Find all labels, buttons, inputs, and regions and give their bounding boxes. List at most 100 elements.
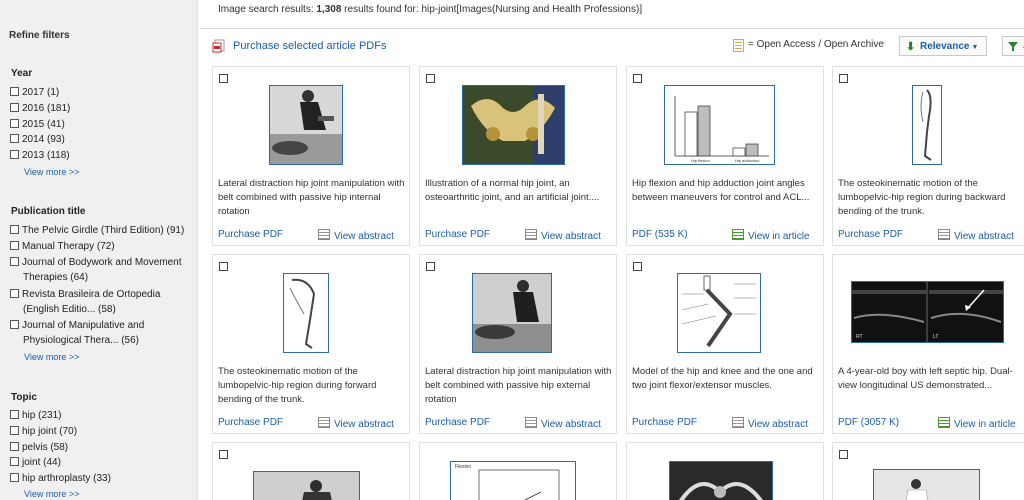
select-checkbox[interactable] [219, 262, 228, 271]
purchase-pdf-link[interactable]: Purchase PDF [218, 417, 283, 428]
year-heading: Year [11, 68, 33, 79]
select-checkbox[interactable] [633, 74, 642, 83]
thumbnail-image[interactable]: RT LT [851, 281, 1004, 343]
view-in-article-link[interactable]: View in article [938, 417, 1016, 430]
filter-button[interactable]: A [1002, 36, 1024, 56]
thumbnail-image[interactable] [283, 273, 329, 353]
checkbox[interactable] [10, 119, 19, 128]
purchase-pdf-link[interactable]: Purchase PDF [218, 229, 283, 240]
publication-filter-manipulative-cont[interactable]: Physiological Thera... (56) [23, 335, 139, 347]
publication-filter-label: Journal of Manipulative and [22, 320, 145, 331]
select-checkbox[interactable] [839, 74, 848, 83]
publication-filter-bodywork[interactable]: Journal of Bodywork and Movement [10, 257, 182, 269]
checkbox[interactable] [10, 426, 19, 435]
topic-view-more-link[interactable]: View more >> [24, 489, 79, 499]
select-checkbox[interactable] [426, 74, 435, 83]
topic-filter-hip-arthroplasty[interactable]: hip arthroplasty (33) [10, 473, 111, 485]
year-filter-2016[interactable]: 2016 (181) [10, 103, 70, 115]
select-checkbox[interactable] [633, 262, 642, 271]
ultrasound-label-rt: RT [856, 334, 863, 340]
checkbox[interactable] [10, 241, 19, 250]
card-caption[interactable]: Lateral distraction hip joint manipulati… [425, 365, 616, 407]
purchase-pdf-link[interactable]: Purchase PDF [632, 417, 697, 428]
view-abstract-link[interactable]: View abstract [525, 229, 601, 242]
year-filter-2015[interactable]: 2015 (41) [10, 119, 65, 131]
ultrasound-label-lt: LT [933, 334, 938, 340]
publication-filter-manipulative[interactable]: Journal of Manipulative and [10, 320, 144, 332]
year-filter-label: 2013 (118) [22, 150, 70, 161]
view-in-article-link[interactable]: View in article [732, 229, 810, 242]
publication-filter-pelvic-girdle[interactable]: The Pelvic Girdle (Third Edition) (91) [10, 225, 184, 237]
thumbnail-image[interactable] [677, 273, 761, 353]
checkbox[interactable] [10, 473, 19, 482]
result-card: The osteokinematic motion of the lumbope… [832, 66, 1024, 246]
thumbnail-image[interactable] [462, 85, 565, 165]
thumbnail-image[interactable] [873, 469, 980, 500]
view-abstract-link[interactable]: View abstract [525, 417, 601, 430]
thumbnail-image[interactable]: Flexion [450, 461, 576, 500]
topic-filter-label: hip (231) [22, 410, 62, 421]
topic-filter-hip[interactable]: hip (231) [10, 410, 61, 422]
thumbnail-image[interactable] [269, 85, 343, 165]
card-caption[interactable]: The osteokinematic motion of the lumbope… [218, 365, 409, 407]
purchase-pdf-link[interactable]: Purchase PDF [425, 417, 490, 428]
checkbox[interactable] [10, 103, 19, 112]
results-prefix: Image search results: [218, 4, 317, 15]
thumbnail-image[interactable]: Hip flexion Hip adduction [664, 85, 775, 165]
pdf-download-link[interactable]: PDF (3057 K) [838, 417, 899, 428]
select-checkbox[interactable] [219, 74, 228, 83]
checkbox[interactable] [10, 87, 19, 96]
card-caption[interactable]: Hip flexion and hip adduction joint angl… [632, 177, 823, 205]
checkbox[interactable] [10, 320, 19, 329]
publication-filter-bodywork-cont[interactable]: Therapies (64) [23, 272, 88, 284]
card-caption[interactable]: The osteokinematic motion of the lumbope… [838, 177, 1024, 219]
select-checkbox[interactable] [219, 450, 228, 459]
result-card [832, 442, 1024, 500]
purchase-selected-pdfs-link[interactable]: Purchase selected article PDFs [233, 40, 386, 52]
card-caption[interactable]: A 4-year-old boy with left septic hip. D… [838, 365, 1024, 393]
card-caption[interactable]: Illustration of a normal hip joint, an o… [425, 177, 616, 205]
thumbnail-image[interactable] [912, 85, 942, 165]
pdf-download-link[interactable]: PDF (535 K) [632, 229, 688, 240]
purchase-pdf-link[interactable]: Purchase PDF [838, 229, 903, 240]
year-filter-2017[interactable]: 2017 (1) [10, 87, 59, 99]
checkbox[interactable] [10, 410, 19, 419]
publication-view-more-link[interactable]: View more >> [24, 352, 79, 362]
abstract-icon [938, 229, 950, 240]
thumbnail-image[interactable] [472, 273, 552, 353]
result-card: RT LT A 4-year-old boy with left septic … [832, 254, 1024, 434]
view-abstract-link[interactable]: View abstract [938, 229, 1014, 242]
result-card: Lateral distraction hip joint manipulati… [419, 254, 617, 434]
view-abstract-link[interactable]: View abstract [318, 229, 394, 242]
result-card: Illustration of a normal hip joint, an o… [419, 66, 617, 246]
view-abstract-link[interactable]: View abstract [732, 417, 808, 430]
sort-relevance-button[interactable]: ⬇ Relevance ▼ [899, 36, 987, 56]
checkbox[interactable] [10, 442, 19, 451]
checkbox[interactable] [10, 289, 19, 298]
topic-filter-pelvis[interactable]: pelvis (58) [10, 442, 68, 454]
checkbox[interactable] [10, 150, 19, 159]
publication-filter-revista-cont[interactable]: (English Editio... (58) [23, 304, 116, 316]
card-caption[interactable]: Lateral distraction hip joint manipulati… [218, 177, 409, 219]
topic-filter-joint[interactable]: joint (44) [10, 457, 61, 469]
therapy-photo [254, 472, 359, 500]
publication-filter-manual-therapy[interactable]: Manual Therapy (72) [10, 241, 115, 253]
select-checkbox[interactable] [426, 262, 435, 271]
publication-filter-revista[interactable]: Revista Brasileira de Ortopedia [10, 289, 160, 301]
topic-filter-hip-joint[interactable]: hip joint (70) [10, 426, 77, 438]
thumbnail-image[interactable] [669, 461, 773, 500]
checkbox[interactable] [10, 257, 19, 266]
abstract-icon [318, 417, 330, 428]
year-view-more-link[interactable]: View more >> [24, 167, 79, 177]
view-abstract-link[interactable]: View abstract [318, 417, 394, 430]
year-filter-2014[interactable]: 2014 (93) [10, 134, 65, 146]
year-filter-2013[interactable]: 2013 (118) [10, 150, 70, 162]
card-caption[interactable]: Model of the hip and knee and the one an… [632, 365, 823, 393]
checkbox[interactable] [10, 225, 19, 234]
publication-filter-label: The Pelvic Girdle (Third Edition) (91) [22, 225, 185, 236]
thumbnail-image[interactable] [253, 471, 360, 500]
checkbox[interactable] [10, 457, 19, 466]
checkbox[interactable] [10, 134, 19, 143]
purchase-pdf-link[interactable]: Purchase PDF [425, 229, 490, 240]
select-checkbox[interactable] [839, 450, 848, 459]
